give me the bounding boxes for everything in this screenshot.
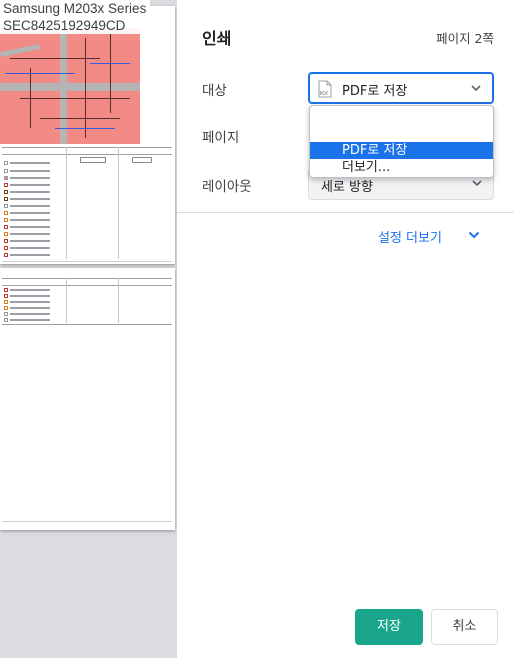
- dropdown-option-more[interactable]: 더보기...: [310, 159, 493, 176]
- destination-label: 대상: [202, 83, 227, 99]
- dropdown-option-save-pdf[interactable]: PDF로 저장: [310, 142, 493, 159]
- printer-name-line1: Samsung M203x Series: [3, 1, 147, 16]
- save-button[interactable]: 저장: [355, 609, 423, 645]
- page-count-label: 페이지 2쪽: [436, 31, 494, 46]
- pages-label: 페이지: [202, 130, 240, 146]
- section-divider: [177, 212, 514, 213]
- layout-value: 세로 방향: [321, 180, 373, 195]
- chevron-down-icon: [472, 180, 482, 187]
- printer-name-label: Samsung M203x Series SEC8425192949CD: [0, 0, 151, 34]
- preview-page-2: [0, 268, 175, 530]
- preview-map-image: [0, 28, 140, 144]
- pdf-file-icon: PDF: [318, 80, 332, 98]
- destination-dropdown: PDF로 저장 더보기...: [309, 105, 494, 178]
- print-preview: Samsung M203x Series SEC8425192949CD: [0, 0, 177, 658]
- destination-value: PDF로 저장: [342, 84, 408, 99]
- printer-name-line2: SEC8425192949CD: [3, 18, 126, 33]
- more-settings-link[interactable]: 설정 더보기: [378, 227, 442, 246]
- dropdown-option-empty[interactable]: [310, 124, 493, 141]
- chevron-down-icon: [471, 85, 481, 92]
- print-title: 인쇄: [202, 29, 232, 48]
- print-settings-panel: 인쇄 페이지 2쪽 대상 PDF PDF로 저장 페이지 레이아웃 세로 방향 …: [177, 0, 514, 658]
- layout-label: 레이아웃: [202, 179, 252, 195]
- preview-page-1: [0, 6, 175, 264]
- cancel-button[interactable]: 취소: [431, 609, 498, 645]
- destination-select[interactable]: PDF PDF로 저장: [308, 72, 494, 104]
- expand-chevron-icon[interactable]: [467, 228, 481, 242]
- svg-text:PDF: PDF: [320, 91, 329, 97]
